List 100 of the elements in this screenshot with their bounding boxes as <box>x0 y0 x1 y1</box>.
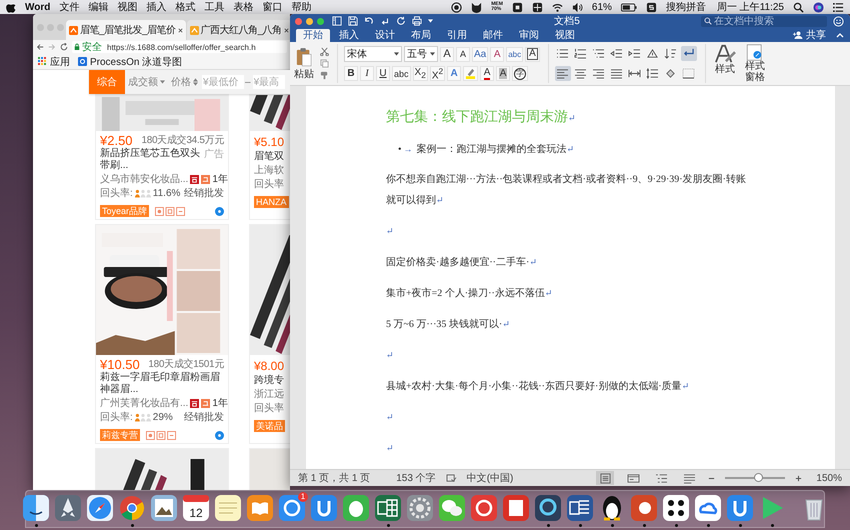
spreadsheet-icon[interactable] <box>374 494 402 522</box>
menu-item[interactable]: 插入 <box>146 0 166 14</box>
ribbon-tab[interactable]: 视图 <box>548 29 582 42</box>
orb-icon[interactable] <box>813 2 824 12</box>
menu-item[interactable]: 帮助 <box>291 0 312 14</box>
browser-tab[interactable]: 眉笔_眉笔批发_眉笔价 <box>66 20 186 40</box>
notepad-icon[interactable] <box>214 494 242 522</box>
paste-button[interactable]: 粘贴 <box>294 46 314 80</box>
split-square-icon[interactable] <box>22 494 50 522</box>
record-icon[interactable] <box>451 2 462 12</box>
search-icon[interactable] <box>793 2 804 12</box>
ribbon-tab[interactable]: 审阅 <box>512 29 546 42</box>
undo-icon[interactable] <box>364 16 374 26</box>
menu-clock[interactable]: 周一 上午11:25 <box>716 0 784 14</box>
boxed-button[interactable]: A <box>525 46 540 62</box>
close-icon[interactable] <box>178 28 183 32</box>
wifi-icon[interactable] <box>552 2 563 12</box>
ribbon-tab[interactable]: 布局 <box>404 29 438 42</box>
shrink-button[interactable]: A <box>456 46 470 62</box>
chat-icon[interactable] <box>215 430 224 440</box>
input-method-name[interactable]: 搜狗拼音 <box>666 0 706 14</box>
cloud-icon[interactable] <box>694 494 722 522</box>
styles-pane-button[interactable]: 样式窗格 <box>744 44 766 83</box>
scissors-icon[interactable] <box>320 47 329 56</box>
ribbon-tab[interactable]: 引用 <box>440 29 474 42</box>
shade-button[interactable]: A <box>496 66 510 81</box>
compass-icon[interactable] <box>86 494 114 522</box>
mascot-icon[interactable] <box>471 2 482 12</box>
price-field[interactable]: ¥最低价 <box>202 75 244 89</box>
chat-bubbles-icon[interactable] <box>438 494 466 522</box>
menu-item[interactable]: 视图 <box>117 0 138 14</box>
underline-button[interactable]: U <box>376 66 390 81</box>
leaf-icon[interactable] <box>342 494 370 522</box>
ring-icon[interactable] <box>118 494 146 522</box>
font-size-field[interactable]: 五号 <box>404 46 438 62</box>
zoom-handle[interactable] <box>754 473 764 482</box>
subscript-button[interactable]: X$_{2}$ <box>412 66 428 81</box>
font-field[interactable]: 宋体 <box>344 46 402 62</box>
show-marks-button[interactable] <box>680 46 697 62</box>
caret-icon[interactable] <box>428 19 433 23</box>
volume-icon[interactable] <box>572 2 583 12</box>
browser-tab[interactable]: 广西大红八角_八角 <box>186 20 290 40</box>
save-icon[interactable] <box>348 16 358 26</box>
ribbon-tab[interactable]: 开始 <box>296 29 330 42</box>
product-title[interactable]: 跨境专 <box>254 375 290 387</box>
product-title[interactable]: 莉兹一字眉毛印章眉粉画眉神器眉... <box>100 372 224 396</box>
menu-item[interactable]: 文件 <box>59 0 80 14</box>
phonetic-button[interactable]: abc <box>506 46 524 62</box>
clear-button[interactable]: A <box>490 46 504 62</box>
price-field[interactable]: ¥最高 <box>252 75 285 89</box>
slides-icon[interactable] <box>630 494 658 522</box>
ribbon-tab[interactable]: 设计 <box>368 29 402 42</box>
music-icon[interactable] <box>470 494 498 522</box>
battery-icon[interactable] <box>620 2 637 12</box>
reload-icon[interactable] <box>60 43 68 51</box>
menu-item[interactable]: 格式 <box>175 0 196 14</box>
company-name[interactable]: 浙江远 <box>254 388 290 401</box>
italic-button[interactable]: I <box>360 66 374 81</box>
gear-icon[interactable] <box>406 494 434 522</box>
product-title[interactable]: 新品挤压笔芯五色双头带刷... <box>100 148 202 172</box>
square-status-icon[interactable] <box>512 2 523 12</box>
smiley-icon[interactable] <box>833 16 844 26</box>
rocket-icon[interactable] <box>54 494 82 522</box>
u-shape-icon[interactable] <box>726 494 754 522</box>
case-button[interactable]: Aa <box>472 46 488 62</box>
strike-button[interactable]: abc <box>392 66 411 81</box>
brush-icon[interactable] <box>320 71 329 80</box>
print-icon[interactable] <box>412 16 422 26</box>
page-icon[interactable] <box>502 494 530 522</box>
highlight-button[interactable] <box>463 66 478 81</box>
ribbon-tab[interactable]: 插入 <box>332 29 366 42</box>
grow-button[interactable]: A <box>440 46 454 62</box>
address-field[interactable]: 安全 https://s.1688.com/selloffer/offer_search.h <box>72 41 287 53</box>
superscript-button[interactable]: X$^{2}$ <box>430 66 446 81</box>
color-button[interactable]: A <box>480 66 494 81</box>
collapse-icon[interactable] <box>836 32 844 38</box>
bookmark[interactable]: ProcessOn 泳道导图 <box>78 54 182 68</box>
dots-icon[interactable] <box>662 494 690 522</box>
redo-icon[interactable] <box>380 16 390 26</box>
book-icon[interactable] <box>246 494 274 522</box>
company-name[interactable]: 广州芙菁化妆品有... <box>100 397 188 410</box>
product-title[interactable]: 眉笔双 <box>254 151 290 163</box>
bold-button[interactable]: B <box>344 66 358 81</box>
app-store-icon[interactable] <box>278 494 306 522</box>
enclose-button[interactable]: 字 <box>512 66 528 81</box>
line-spacing-button[interactable] <box>644 66 661 81</box>
menu-item[interactable]: 工具 <box>204 0 224 14</box>
calendar-icon[interactable]: 12 <box>182 494 210 522</box>
chat-icon[interactable] <box>215 206 224 216</box>
company-name[interactable]: 上海软 <box>254 164 290 177</box>
lens-icon[interactable] <box>534 494 562 522</box>
align-left-button[interactable] <box>554 66 571 81</box>
list-icon[interactable] <box>833 2 844 12</box>
share-button[interactable]: 共享 <box>793 28 826 42</box>
effects-button[interactable]: A <box>447 66 462 81</box>
u-shape-icon[interactable] <box>310 494 338 522</box>
grid-status-icon[interactable] <box>532 2 543 12</box>
styles-button[interactable]: 样式 <box>714 44 736 83</box>
input-method-icon[interactable] <box>646 2 657 12</box>
menu-item[interactable]: 编辑 <box>88 0 108 14</box>
